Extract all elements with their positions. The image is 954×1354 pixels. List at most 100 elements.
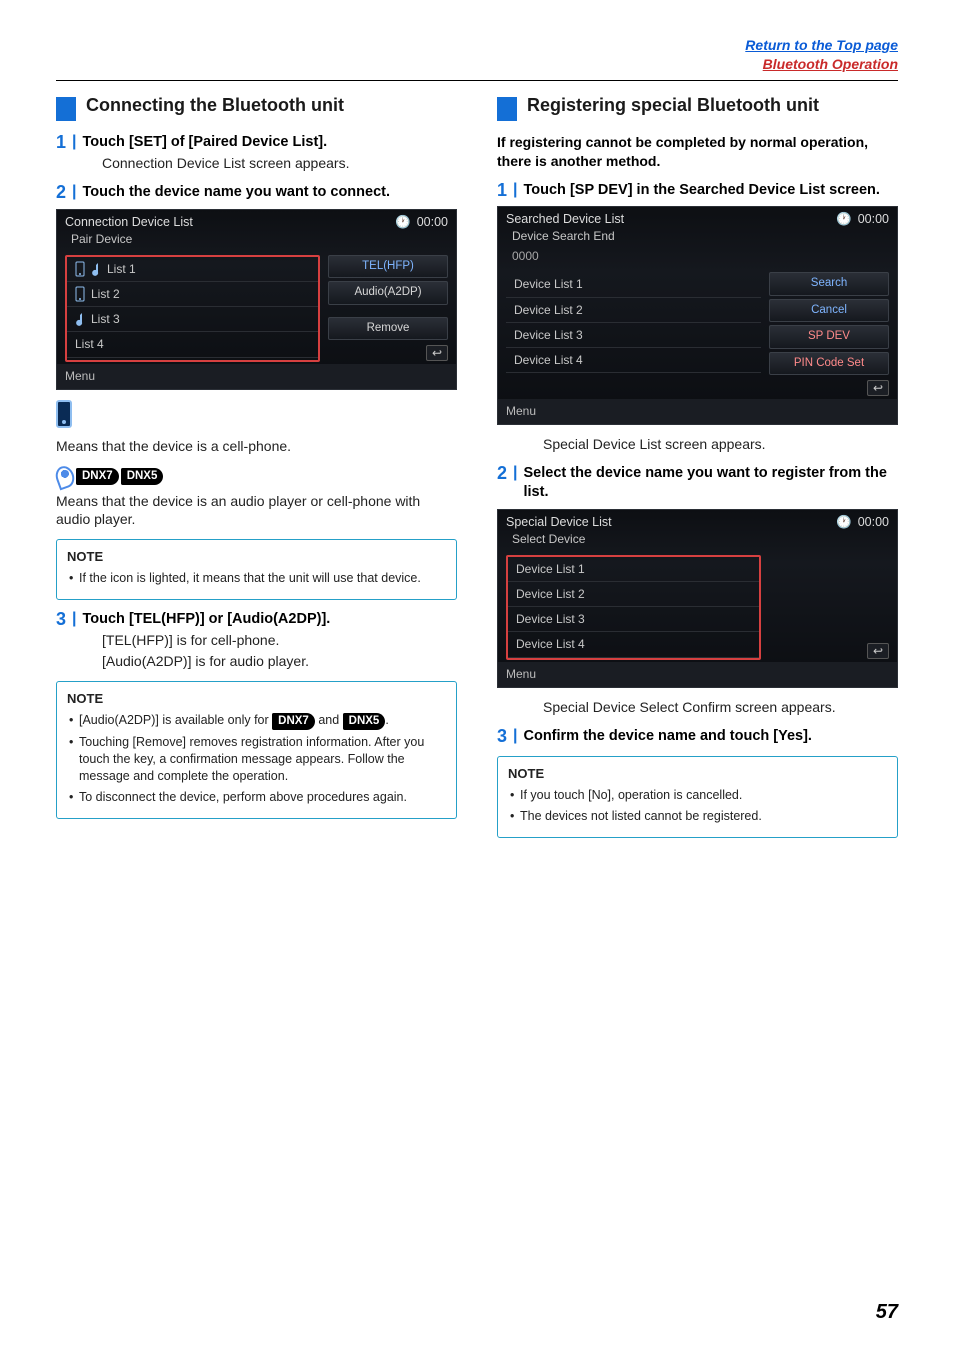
music-note-icon bbox=[53, 463, 77, 490]
return-icon[interactable]: ↩ bbox=[426, 345, 448, 361]
step-subtext: Connection Device List screen appears. bbox=[102, 154, 457, 173]
step-number: 1 bbox=[497, 181, 507, 199]
lead-paragraph: If registering cannot be completed by no… bbox=[497, 133, 898, 171]
list-item[interactable]: Device List 3 bbox=[506, 323, 761, 348]
return-icon[interactable]: ↩ bbox=[867, 380, 889, 396]
phone-icon bbox=[75, 286, 85, 302]
list-item[interactable]: Device List 1 bbox=[508, 557, 759, 582]
list-item[interactable]: Device List 4 bbox=[506, 348, 761, 373]
menu-button[interactable]: Menu bbox=[57, 364, 456, 389]
right-column: Registering special Bluetooth unit If re… bbox=[497, 95, 898, 848]
list-item-label: List 2 bbox=[91, 286, 120, 302]
clock-icon: 🕐 bbox=[836, 514, 852, 531]
right-step-3: 3 | Confirm the device name and touch [Y… bbox=[497, 727, 898, 747]
section-title-left: Connecting the Bluetooth unit bbox=[86, 95, 344, 117]
menu-button[interactable]: Menu bbox=[498, 662, 897, 687]
list-item-label: List 4 bbox=[75, 336, 104, 352]
note-item: [Audio(A2DP)] is available only for DNX7… bbox=[69, 712, 446, 731]
step-divider: | bbox=[513, 181, 517, 199]
ss-title: Searched Device List bbox=[506, 211, 624, 228]
dnx5-badge-inline: DNX5 bbox=[343, 713, 386, 731]
left-column: Connecting the Bluetooth unit 1 | Touch … bbox=[56, 95, 457, 848]
header-links: Return to the Top page Bluetooth Operati… bbox=[56, 36, 898, 74]
step-text: Touch [SET] of [Paired Device List]. bbox=[83, 133, 328, 153]
step-number: 3 bbox=[56, 610, 66, 628]
right-step-2: 2 | Select the device name you want to r… bbox=[497, 464, 898, 503]
ss-status: Device Search End bbox=[498, 228, 897, 248]
step-subtext: Special Device Select Confirm screen app… bbox=[543, 698, 898, 717]
clock-icon: 🕐 bbox=[395, 214, 411, 231]
phone-desc: Means that the device is a cell-phone. bbox=[56, 437, 457, 456]
note-text: [Audio(A2DP)] is available only for bbox=[79, 713, 272, 727]
section-marker bbox=[56, 97, 76, 121]
note-icon bbox=[75, 311, 85, 327]
list-item[interactable]: Device List 1 bbox=[506, 272, 761, 297]
step-divider: | bbox=[72, 183, 76, 201]
section-marker bbox=[497, 97, 517, 121]
step-subtext: Special Device List screen appears. bbox=[543, 435, 898, 454]
ss-count: 0000 bbox=[498, 248, 897, 268]
note-item: Touching [Remove] removes registration i… bbox=[69, 734, 446, 785]
step-text: Touch [SP DEV] in the Searched Device Li… bbox=[524, 181, 880, 201]
left-step-3: 3 | Touch [TEL(HFP)] or [Audio(A2DP)]. bbox=[56, 610, 457, 630]
list-item[interactable]: List 2 bbox=[67, 282, 318, 307]
search-button[interactable]: Search bbox=[769, 272, 889, 296]
note-item: If you touch [No], operation is cancelle… bbox=[510, 787, 887, 804]
note-box: NOTE If you touch [No], operation is can… bbox=[497, 756, 898, 837]
note-item: The devices not listed cannot be registe… bbox=[510, 808, 887, 825]
list-item[interactable]: List 4 bbox=[67, 332, 318, 357]
step-number: 2 bbox=[56, 183, 66, 201]
step-divider: | bbox=[72, 610, 76, 628]
left-step-1: 1 | Touch [SET] of [Paired Device List]. bbox=[56, 133, 457, 153]
cellphone-icon bbox=[56, 400, 72, 428]
step-text: Select the device name you want to regis… bbox=[524, 464, 899, 503]
list-item-label: List 3 bbox=[91, 311, 120, 327]
step-divider: | bbox=[72, 133, 76, 151]
list-item[interactable]: List 3 bbox=[67, 307, 318, 332]
step-divider: | bbox=[513, 464, 517, 482]
ss-clock: 00:00 bbox=[417, 214, 448, 231]
list-item[interactable]: Device List 2 bbox=[506, 298, 761, 323]
note-item: If the icon is lighted, it means that th… bbox=[69, 570, 446, 587]
list-item[interactable]: Device List 2 bbox=[508, 582, 759, 607]
connection-device-list-screenshot: Connection Device List 🕐00:00 Pair Devic… bbox=[56, 209, 457, 390]
note-box: NOTE If the icon is lighted, it means th… bbox=[56, 539, 457, 599]
note-title: NOTE bbox=[67, 548, 446, 566]
header-rule bbox=[56, 80, 898, 81]
step-subtext: [Audio(A2DP)] is for audio player. bbox=[102, 652, 457, 671]
remove-button[interactable]: Remove bbox=[328, 317, 448, 341]
step-text: Touch the device name you want to connec… bbox=[83, 183, 391, 203]
list-item[interactable]: Device List 4 bbox=[508, 632, 759, 657]
list-item[interactable]: Device List 3 bbox=[508, 607, 759, 632]
ss-clock: 00:00 bbox=[858, 211, 889, 228]
note-item: To disconnect the device, perform above … bbox=[69, 789, 446, 806]
phone-icon bbox=[75, 261, 85, 277]
return-icon[interactable]: ↩ bbox=[867, 643, 889, 659]
ss-subtitle: Pair Device bbox=[57, 231, 456, 251]
tel-hfp-button[interactable]: TEL(HFP) bbox=[328, 255, 448, 279]
list-item[interactable]: List 1 bbox=[67, 257, 318, 282]
dnx5-badge: DNX5 bbox=[121, 468, 164, 486]
note-title: NOTE bbox=[67, 690, 446, 708]
searched-device-list-screenshot: Searched Device List 🕐00:00 Device Searc… bbox=[497, 206, 898, 425]
sp-dev-button[interactable]: SP DEV bbox=[769, 325, 889, 349]
step-number: 1 bbox=[56, 133, 66, 151]
dnx7-badge: DNX7 bbox=[76, 468, 119, 486]
note-text: . bbox=[385, 713, 388, 727]
pin-code-set-button[interactable]: PIN Code Set bbox=[769, 352, 889, 376]
return-top-link[interactable]: Return to the Top page bbox=[745, 37, 898, 53]
dnx7-badge-inline: DNX7 bbox=[272, 713, 315, 731]
device-list-highlight: List 1 List 2 List 3 List 4 bbox=[65, 255, 320, 362]
audio-a2dp-button[interactable]: Audio(A2DP) bbox=[328, 281, 448, 305]
device-list-highlight: Device List 1 Device List 2 Device List … bbox=[506, 555, 761, 660]
ss-clock: 00:00 bbox=[858, 514, 889, 531]
note-text: and bbox=[315, 713, 343, 727]
section-title-right: Registering special Bluetooth unit bbox=[527, 95, 819, 117]
note-box: NOTE [Audio(A2DP)] is available only for… bbox=[56, 681, 457, 819]
page-number: 57 bbox=[876, 1299, 898, 1326]
section-link[interactable]: Bluetooth Operation bbox=[763, 56, 898, 72]
menu-button[interactable]: Menu bbox=[498, 399, 897, 424]
cancel-button[interactable]: Cancel bbox=[769, 299, 889, 323]
ss-status: Select Device bbox=[498, 531, 897, 551]
list-item-label: List 1 bbox=[107, 261, 136, 277]
